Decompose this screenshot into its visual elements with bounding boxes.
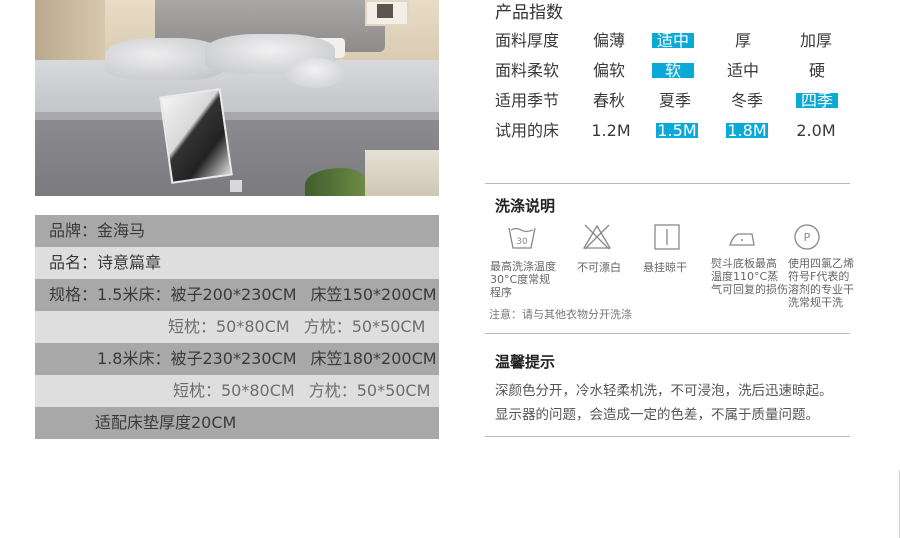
wash-note: 注意：请与其他衣物分开洗涤 xyxy=(489,308,632,321)
svg-text:30: 30 xyxy=(516,237,528,247)
product-photo xyxy=(35,0,439,196)
index-selected: 四季 xyxy=(796,93,838,109)
index-title: 产品指数 xyxy=(495,3,563,23)
tips-line: 深颜色分开，冷水轻柔机洗，不可浸泡，洗后迅速晾起。 xyxy=(495,383,833,399)
index-row-thickness: 面料厚度 偏薄 适中 厚 加厚 xyxy=(495,31,832,50)
spec-fit: 适配床垫厚度20CM xyxy=(35,407,439,439)
index-selected: 适中 xyxy=(652,33,694,49)
index-selected: 软 xyxy=(652,63,694,79)
no-bleach-text: 不可漂白 xyxy=(577,261,621,274)
no-bleach-icon xyxy=(582,224,612,250)
spec-table: 品牌：金海马 品名：诗意篇章 规格：1.5米床：被子200*230CM 床笠150… xyxy=(35,215,439,439)
spec-pillow-15: 短枕：50*80CM 方枕：50*50CM xyxy=(35,311,439,343)
wash-30-icon: 30 xyxy=(508,227,536,249)
spec-name: 品名：诗意篇章 xyxy=(35,247,439,279)
index-selected: 1.5M xyxy=(656,121,698,140)
spec-brand: 品牌：金海马 xyxy=(35,215,439,247)
spec-pillow-18: 短枕：50*80CM 方枕：50*50CM xyxy=(35,375,439,407)
spec-size-18: 1.8米床：被子230*230CM 床笠180*200CM xyxy=(35,343,439,375)
index-row-bed: 试用的床 1.2M 1.5M 1.8M 2.0M xyxy=(495,121,836,140)
index-row-season: 适用季节 春秋 夏季 冬季 四季 xyxy=(485,90,865,112)
divider xyxy=(485,183,850,184)
hang-dry-text: 悬挂晾干 xyxy=(643,261,687,274)
iron-text: 熨斗底板最高 温度110°C蒸 气可回复的损伤 xyxy=(711,257,788,296)
iron-icon xyxy=(729,233,755,246)
wash-30-text: 最高洗涤温度 30°C度常规 程序 xyxy=(490,260,556,299)
divider xyxy=(485,333,850,334)
index-row-softness: 面料柔软 偏软 软 适中 硬 xyxy=(495,61,825,80)
tips-title: 温馨提示 xyxy=(495,353,556,371)
svg-text:P: P xyxy=(804,231,811,244)
tips-line: 显示器的问题，会造成一定的色差，不属于质量问题。 xyxy=(495,407,819,423)
spec-size-15: 规格：1.5米床：被子200*230CM 床笠150*200CM xyxy=(35,279,439,311)
dry-clean-p-icon: P xyxy=(794,224,820,250)
hang-dry-icon xyxy=(654,224,680,250)
index-selected: 1.8M xyxy=(726,121,768,140)
wash-title: 洗涤说明 xyxy=(495,197,556,215)
dry-clean-text: 使用四氯乙烯 符号F代表的 溶剂的专业干 洗常规干洗 xyxy=(788,257,854,309)
divider xyxy=(485,436,850,437)
